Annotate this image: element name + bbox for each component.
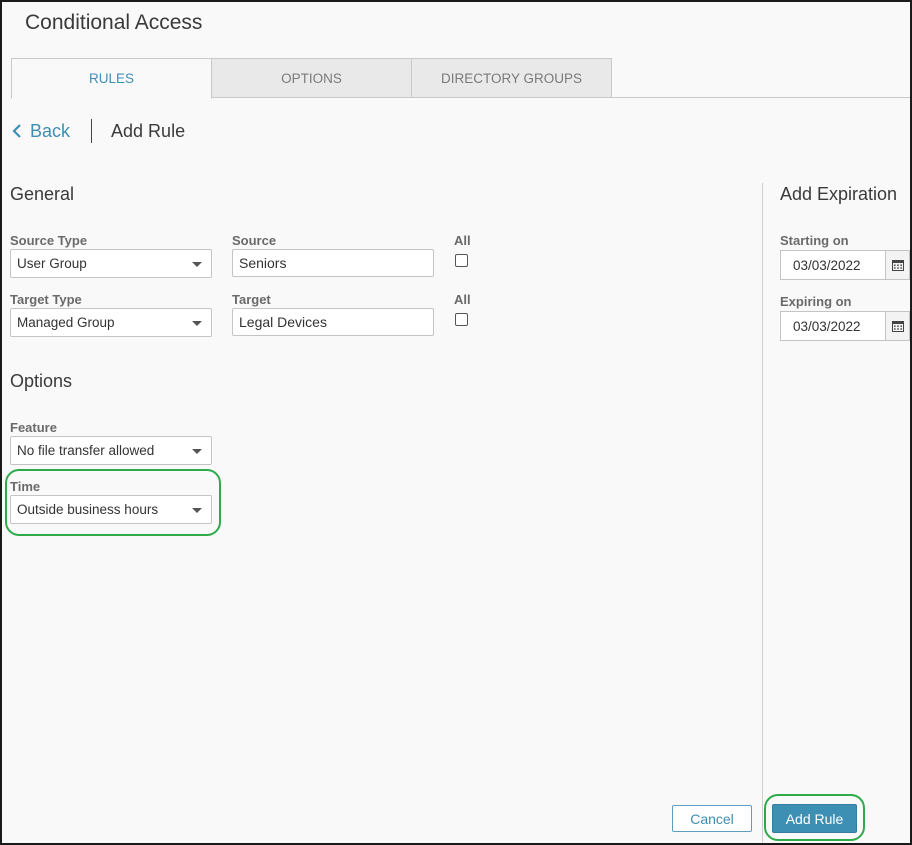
source-type-value: User Group: [17, 256, 87, 271]
target-label: Target: [232, 292, 271, 307]
breadcrumb: Back Add Rule: [12, 118, 185, 144]
tab-options[interactable]: OPTIONS: [211, 58, 412, 98]
source-label: Source: [232, 233, 277, 248]
panel-divider: [762, 183, 763, 843]
caret-down-icon: [192, 508, 202, 513]
add-rule-button[interactable]: Add Rule: [772, 804, 857, 833]
caret-down-icon: [192, 262, 202, 267]
options-section-title: Options: [10, 371, 73, 391]
feature-label: Feature: [10, 420, 57, 435]
tab-rules[interactable]: RULES: [11, 58, 212, 99]
starting-on-input[interactable]: 03/03/2022: [780, 250, 886, 280]
breadcrumb-divider: [91, 119, 93, 143]
conditional-access-window: Conditional Access RULES OPTIONS DIRECTO…: [0, 0, 912, 845]
source-input[interactable]: Seniors: [232, 249, 434, 277]
chevron-left-icon: [12, 124, 21, 138]
time-select[interactable]: Outside business hours: [10, 495, 212, 524]
source-type-select[interactable]: User Group: [10, 249, 212, 278]
target-type-label: Target Type: [10, 292, 82, 307]
source-type-label: Source Type: [10, 233, 88, 248]
target-all-label: All: [454, 292, 471, 307]
time-value: Outside business hours: [17, 502, 159, 517]
target-type-select[interactable]: Managed Group: [10, 308, 212, 337]
general-section-title: General: [10, 184, 75, 204]
caret-down-icon: [192, 449, 202, 454]
tab-directory-groups[interactable]: DIRECTORY GROUPS: [411, 58, 612, 98]
calendar-icon: [891, 321, 904, 332]
time-label: Time: [10, 479, 41, 494]
expiring-on-calendar-button[interactable]: [886, 311, 910, 341]
expiration-section-title: Add Expiration: [780, 184, 898, 204]
target-type-value: Managed Group: [17, 315, 115, 330]
feature-select[interactable]: No file transfer allowed: [10, 436, 212, 465]
starting-on-label: Starting on: [780, 233, 849, 248]
caret-down-icon: [192, 321, 202, 326]
starting-on-calendar-button[interactable]: [886, 250, 910, 280]
app-title: Conditional Access: [25, 11, 203, 34]
back-link[interactable]: Back: [12, 121, 70, 142]
calendar-icon: [891, 260, 904, 271]
feature-value: No file transfer allowed: [17, 443, 155, 458]
target-input[interactable]: Legal Devices: [232, 308, 434, 336]
tab-bar: RULES OPTIONS DIRECTORY GROUPS: [11, 58, 910, 99]
page-title: Add Rule: [111, 120, 186, 141]
back-label: Back: [30, 120, 71, 141]
expiring-on-label: Expiring on: [780, 294, 852, 309]
source-all-label: All: [454, 233, 471, 248]
cancel-button[interactable]: Cancel: [672, 805, 752, 832]
source-all-checkbox[interactable]: [455, 254, 468, 267]
expiring-on-input[interactable]: 03/03/2022: [780, 311, 886, 341]
target-all-checkbox[interactable]: [455, 313, 468, 326]
